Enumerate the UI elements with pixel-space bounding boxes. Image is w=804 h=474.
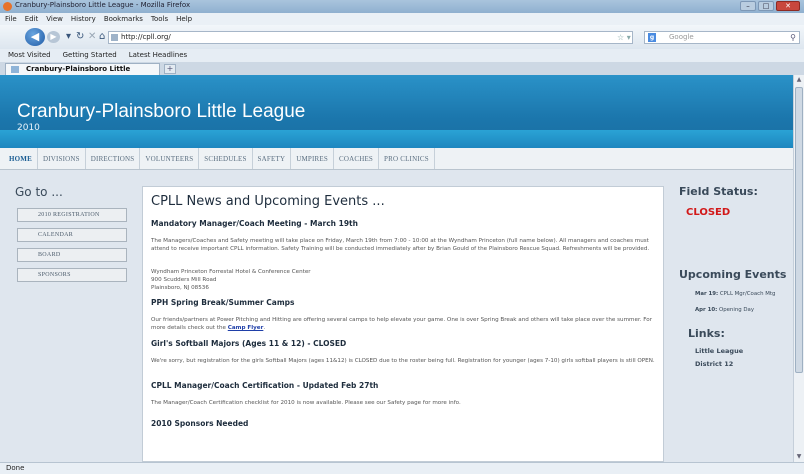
news-title: CPLL Manager/Coach Certification - Updat… bbox=[151, 381, 379, 390]
news-body-text: Our friends/partners at Power Pitching a… bbox=[151, 317, 653, 331]
firefox-icon bbox=[3, 2, 12, 11]
scroll-up-icon[interactable]: ▲ bbox=[795, 76, 803, 84]
sidebar-item-sponsors[interactable]: SPONSORS bbox=[17, 268, 127, 282]
event-text: Opening Day bbox=[718, 307, 755, 313]
field-status-label: Field Status: bbox=[679, 185, 758, 198]
address-line: Plainsboro, NJ 08536 bbox=[151, 285, 209, 291]
news-title: PPH Spring Break/Summer Camps bbox=[151, 298, 295, 307]
close-icon[interactable]: ✕ bbox=[776, 1, 800, 11]
field-status-value: CLOSED bbox=[686, 207, 731, 218]
nav-directions[interactable]: DIRECTIONS bbox=[86, 148, 141, 169]
event-item: Mar 19: CPLL Mgr/Coach Mtg bbox=[695, 291, 785, 298]
news-address: Wyndham Princeton Forrestal Hotel & Conf… bbox=[151, 268, 657, 292]
nav-schedules[interactable]: SCHEDULES bbox=[199, 148, 253, 169]
scrollbar-thumb[interactable] bbox=[795, 87, 803, 373]
site-header: Cranbury-Plainsboro Little League 2010 bbox=[0, 75, 793, 148]
search-icon[interactable]: ⚲ bbox=[790, 32, 796, 43]
bookmark-getting-started[interactable]: Getting Started bbox=[63, 49, 117, 62]
nav-safety[interactable]: SAFETY bbox=[253, 148, 292, 169]
links-heading: Links: bbox=[688, 327, 725, 340]
menu-bar: File Edit View History Bookmarks Tools H… bbox=[0, 13, 804, 25]
minimize-icon[interactable]: – bbox=[740, 1, 756, 11]
scroll-down-icon[interactable]: ▼ bbox=[795, 453, 803, 461]
news-body: Our friends/partners at Power Pitching a… bbox=[151, 316, 657, 332]
window-titlebar: Cranbury-Plainsboro Little League - Mozi… bbox=[0, 0, 804, 13]
tab-bar: Cranbury-Plainsboro Little League + bbox=[0, 62, 804, 84]
page-viewport: Cranbury-Plainsboro Little League 2010 H… bbox=[0, 75, 793, 462]
sidebar-heading: Go to ... bbox=[15, 185, 63, 199]
status-bar: Done bbox=[0, 462, 804, 474]
bookmark-most-visited[interactable]: Most Visited bbox=[8, 49, 51, 62]
site-year: 2010 bbox=[17, 123, 40, 133]
event-item: Apr 10: Opening Day bbox=[695, 307, 785, 314]
site-favicon-icon bbox=[111, 34, 118, 41]
upcoming-events-heading: Upcoming Events bbox=[679, 268, 787, 281]
nav-divisions[interactable]: DIVISIONS bbox=[38, 148, 86, 169]
nav-volunteers[interactable]: VOLUNTEERS bbox=[140, 148, 200, 169]
nav-pro-clinics[interactable]: PRO CLINICS bbox=[379, 148, 435, 169]
url-text: http://cpll.org/ bbox=[121, 33, 171, 41]
menu-edit[interactable]: Edit bbox=[25, 13, 39, 25]
reload-icon[interactable]: ↻ bbox=[76, 31, 84, 43]
sidebar-item-registration[interactable]: 2010 REGISTRATION bbox=[17, 208, 127, 222]
menu-view[interactable]: View bbox=[46, 13, 63, 25]
search-placeholder: Google bbox=[669, 33, 694, 41]
back-button[interactable]: ◀ bbox=[25, 28, 45, 46]
bookmark-star-icon[interactable]: ☆ ▾ bbox=[617, 33, 631, 42]
header-band bbox=[0, 130, 793, 148]
address-line: Wyndham Princeton Forrestal Hotel & Conf… bbox=[151, 269, 311, 275]
event-date: Mar 19: bbox=[695, 291, 719, 297]
navigation-toolbar: ◀ ▶ ▾ ↻ ✕ ⌂ http://cpll.org/ ☆ ▾ g Googl… bbox=[0, 25, 804, 49]
nav-home[interactable]: HOME bbox=[4, 148, 38, 169]
search-box[interactable]: g Google ⚲ bbox=[644, 31, 800, 44]
google-icon: g bbox=[648, 33, 656, 42]
menu-help[interactable]: Help bbox=[176, 13, 192, 25]
menu-file[interactable]: File bbox=[5, 13, 17, 25]
sidebar-item-calendar[interactable]: CALENDAR bbox=[17, 228, 127, 242]
dropdown-arrow-icon[interactable]: ▾ bbox=[66, 31, 71, 43]
new-tab-button[interactable]: + bbox=[164, 64, 176, 74]
menu-history[interactable]: History bbox=[71, 13, 96, 25]
bookmarks-toolbar: Most Visited Getting Started Latest Head… bbox=[0, 49, 804, 62]
sidebar-item-board[interactable]: BOARD bbox=[17, 248, 127, 262]
home-icon[interactable]: ⌂ bbox=[99, 31, 105, 43]
tab-cpll[interactable]: Cranbury-Plainsboro Little League bbox=[5, 63, 160, 84]
event-date: Apr 10: bbox=[695, 307, 718, 313]
url-bar[interactable]: http://cpll.org/ bbox=[108, 31, 633, 44]
news-title: 2010 Sponsors Needed bbox=[151, 419, 249, 428]
news-heading: CPLL News and Upcoming Events ... bbox=[151, 194, 385, 209]
camp-flyer-link[interactable]: Camp Flyer bbox=[228, 325, 264, 331]
site-nav: HOME DIVISIONS DIRECTIONS VOLUNTEERS SCH… bbox=[0, 148, 793, 170]
nav-umpires[interactable]: UMPIRES bbox=[291, 148, 334, 169]
link-district-12[interactable]: District 12 bbox=[695, 360, 733, 368]
news-title: Girl's Softball Majors (Ages 11 & 12) - … bbox=[151, 339, 347, 348]
nav-coaches[interactable]: COACHES bbox=[334, 148, 380, 169]
menu-bookmarks[interactable]: Bookmarks bbox=[104, 13, 143, 25]
window-controls: – □ ✕ bbox=[740, 1, 800, 11]
menu-tools[interactable]: Tools bbox=[151, 13, 168, 25]
tab-favicon-icon bbox=[11, 66, 19, 73]
news-body-tail: . bbox=[263, 325, 266, 331]
news-body: The Manager/Coach Certification checklis… bbox=[151, 400, 461, 406]
status-text: Done bbox=[6, 464, 25, 472]
news-body: The Managers/Coaches and Safety meeting … bbox=[151, 238, 650, 252]
news-panel: CPLL News and Upcoming Events ... Mandat… bbox=[142, 186, 664, 462]
vertical-scrollbar[interactable]: ▲ ▼ bbox=[793, 75, 804, 462]
news-body: We're sorry, but registration for the gi… bbox=[151, 358, 655, 364]
forward-button[interactable]: ▶ bbox=[47, 31, 60, 43]
address-line: 900 Scudders Mill Road bbox=[151, 277, 217, 283]
maximize-icon[interactable]: □ bbox=[758, 1, 774, 11]
bookmark-latest-headlines[interactable]: Latest Headlines bbox=[129, 49, 187, 62]
site-title: Cranbury-Plainsboro Little League bbox=[17, 101, 306, 122]
news-title: Mandatory Manager/Coach Meeting - March … bbox=[151, 219, 358, 228]
event-text: CPLL Mgr/Coach Mtg bbox=[719, 291, 776, 297]
stop-icon[interactable]: ✕ bbox=[88, 31, 96, 43]
link-little-league[interactable]: Little League bbox=[695, 347, 743, 355]
window-title: Cranbury-Plainsboro Little League - Mozi… bbox=[15, 1, 191, 9]
